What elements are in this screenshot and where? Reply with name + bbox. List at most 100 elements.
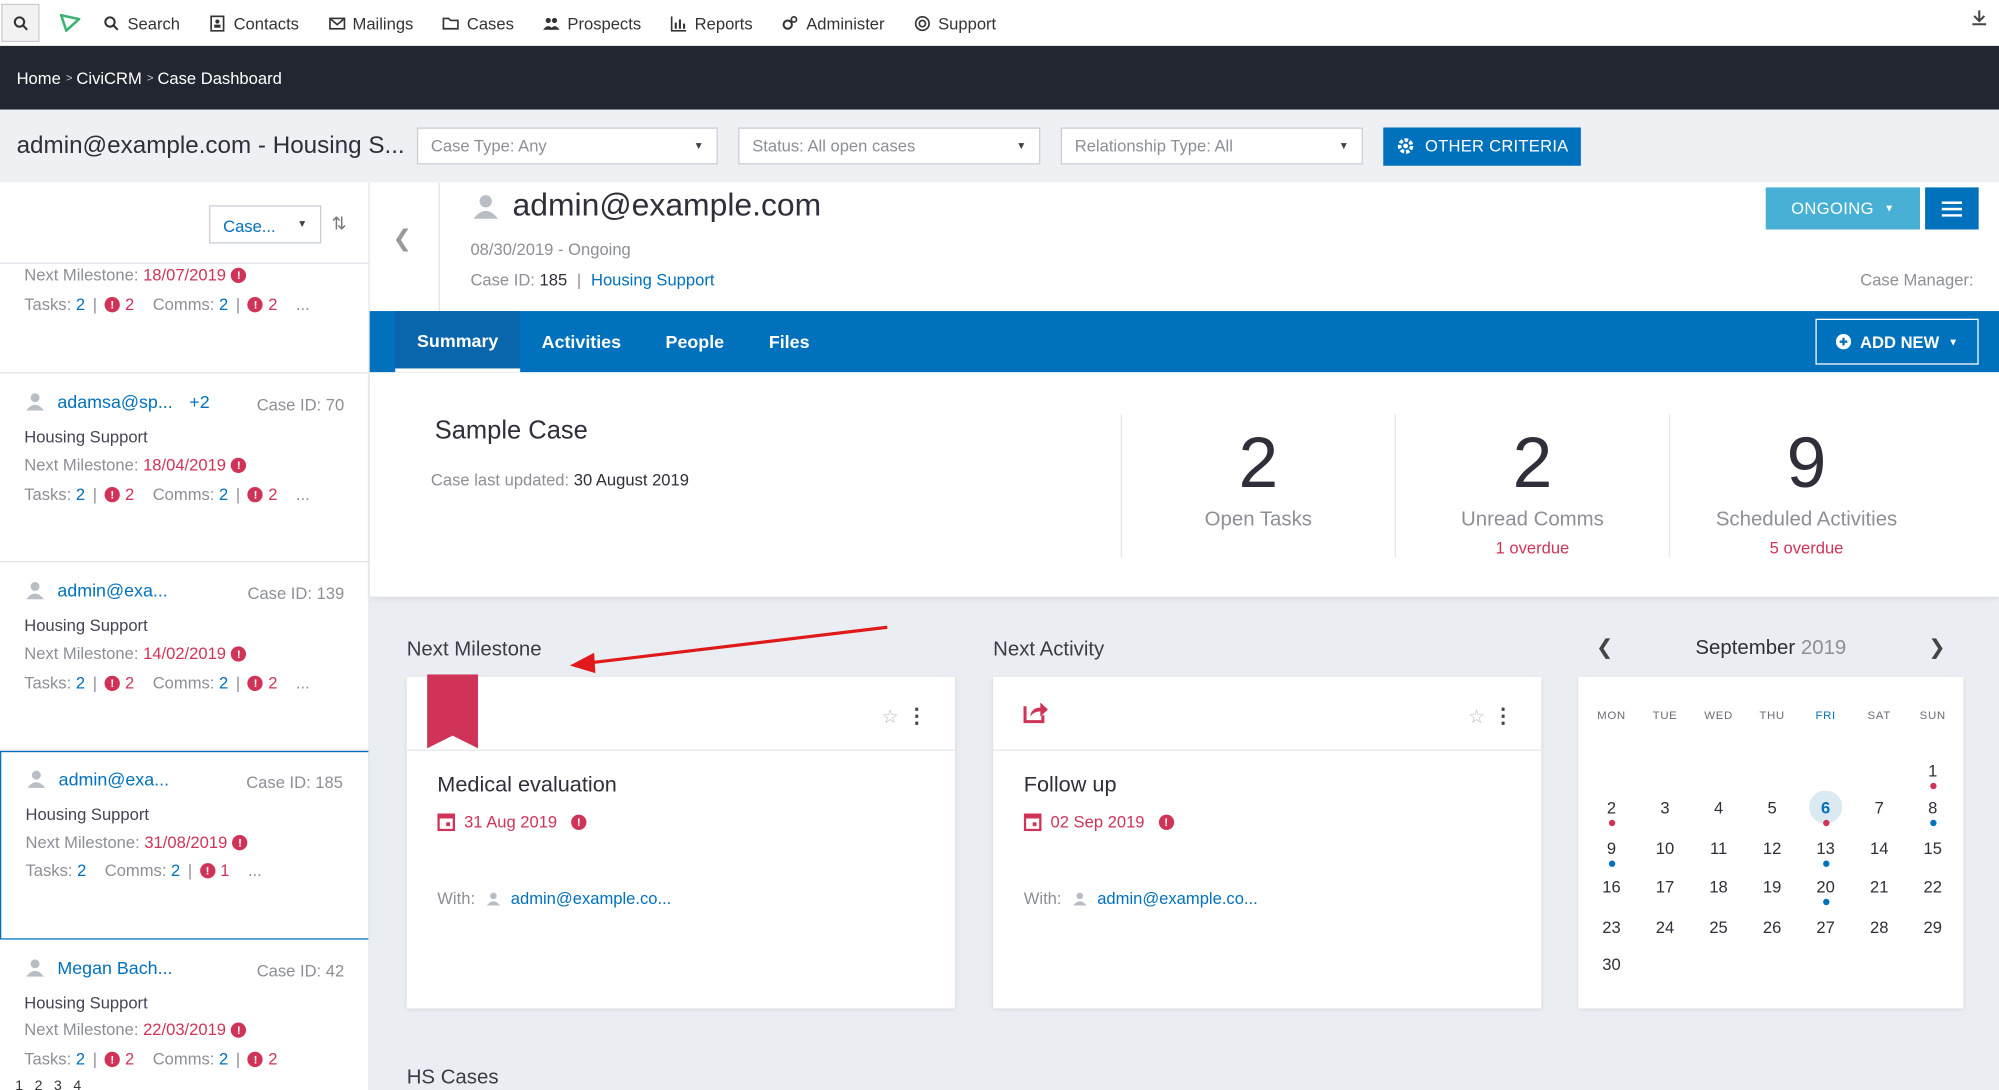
comms-count[interactable]: 2: [219, 1049, 228, 1068]
case-list-item[interactable]: adamsa@sp... +2 Case ID: 70 Housing Supp…: [0, 374, 369, 563]
relationship-type-select[interactable]: Relationship Type: All ▼: [1060, 127, 1363, 165]
tasks-count[interactable]: 2: [76, 295, 85, 314]
star-icon[interactable]: ☆: [1468, 705, 1485, 728]
pagination[interactable]: 1 2 3 4: [15, 1079, 85, 1090]
add-new-button[interactable]: ADD NEW ▼: [1815, 318, 1979, 365]
client-name[interactable]: adamsa@sp...: [57, 391, 172, 411]
tasks-count[interactable]: 2: [76, 484, 85, 503]
case-list-item[interactable]: Next Milestone: 18/07/2019! Tasks: 2 |! 2 …: [0, 182, 369, 374]
tab-summary[interactable]: Summary: [395, 311, 521, 373]
client-extra-count[interactable]: +2: [189, 391, 209, 411]
comms-count[interactable]: 2: [171, 861, 180, 880]
other-criteria-button[interactable]: OTHER CRITERIA: [1383, 126, 1581, 166]
calendar-day[interactable]: 23: [1585, 918, 1639, 937]
breadcrumb-home[interactable]: Home: [17, 68, 61, 87]
menu-mailings[interactable]: Mailings: [328, 13, 413, 33]
calendar-day[interactable]: 9: [1585, 839, 1639, 858]
status-select[interactable]: Status: All open cases ▼: [738, 127, 1041, 165]
case-list-item-active[interactable]: admin@exa... Case ID: 185 Housing Suppor…: [0, 750, 369, 940]
chevron-right-icon[interactable]: ❯: [1928, 635, 1945, 660]
calendar-day[interactable]: 1: [1906, 761, 1960, 780]
tab-activities[interactable]: Activities: [533, 311, 630, 372]
with-contact-link[interactable]: admin@example.co...: [511, 889, 672, 908]
quick-search-button[interactable]: [1, 3, 40, 43]
menu-contacts[interactable]: Contacts: [209, 13, 299, 33]
calendar-day[interactable]: 29: [1906, 918, 1960, 937]
calendar-day[interactable]: 4: [1692, 798, 1746, 817]
menu-administer[interactable]: Administer: [782, 13, 885, 33]
calendar-day[interactable]: 11: [1692, 839, 1746, 858]
comms-count[interactable]: 2: [219, 484, 228, 503]
stat-unread-comms[interactable]: 2 Unread Comms 1 overdue: [1394, 414, 1669, 558]
calendar-day[interactable]: 30: [1585, 955, 1639, 974]
case-status-button[interactable]: ONGOING ▼: [1765, 187, 1920, 230]
menu-reports[interactable]: Reports: [670, 13, 753, 33]
next-activity-card[interactable]: ☆ ⋮ Follow up 02 Sep 2019 ! With: admin@…: [993, 676, 1542, 1009]
calendar-day[interactable]: 16: [1585, 877, 1639, 896]
calendar-day[interactable]: 3: [1638, 798, 1692, 817]
comms-count[interactable]: 2: [219, 673, 228, 692]
kebab-menu-icon[interactable]: ⋮: [906, 704, 926, 729]
calendar-day[interactable]: 21: [1852, 877, 1906, 896]
comms-count[interactable]: 2: [219, 295, 228, 314]
tasks-count[interactable]: 2: [76, 1049, 85, 1068]
menu-cases[interactable]: Cases: [442, 13, 514, 33]
case-type-link[interactable]: Housing Support: [591, 270, 714, 289]
star-icon[interactable]: ☆: [882, 705, 899, 728]
calendar-day[interactable]: 24: [1638, 918, 1692, 937]
menu-prospects[interactable]: Prospects: [543, 13, 641, 33]
calendar-day[interactable]: 5: [1745, 798, 1799, 817]
breadcrumb-civicrm[interactable]: CiviCRM: [76, 68, 141, 87]
tab-files[interactable]: Files: [760, 311, 819, 372]
calendar-day[interactable]: 2: [1585, 798, 1639, 817]
calendar-day[interactable]: 6: [1799, 798, 1853, 817]
breadcrumb-case-dashboard[interactable]: Case Dashboard: [157, 68, 281, 87]
calendar-day[interactable]: 17: [1638, 877, 1692, 896]
tab-people[interactable]: People: [655, 311, 734, 372]
calendar-day[interactable]: 25: [1692, 918, 1746, 937]
calendar-day[interactable]: 12: [1745, 839, 1799, 858]
calendar-day[interactable]: 8: [1906, 798, 1960, 817]
comms-label: Comms:: [152, 294, 215, 314]
menubar-toggle-icon[interactable]: [1972, 10, 1987, 29]
client-name[interactable]: admin@exa...: [57, 580, 167, 600]
menu-label: Reports: [694, 13, 753, 33]
activity-title[interactable]: Follow up: [1024, 773, 1117, 798]
chevron-left-icon[interactable]: ❮: [393, 226, 412, 253]
tasks-count[interactable]: 2: [77, 861, 86, 880]
calendar-icon: [1023, 813, 1042, 832]
calendar-day[interactable]: 7: [1852, 798, 1906, 817]
milestone-date-value: 31 Aug 2019: [464, 812, 558, 832]
calendar-day[interactable]: 10: [1638, 839, 1692, 858]
calendar-day[interactable]: 20: [1799, 877, 1853, 896]
kebab-menu-icon[interactable]: ⋮: [1493, 704, 1513, 729]
calendar-day[interactable]: 27: [1799, 918, 1853, 937]
calendar-day[interactable]: 26: [1745, 918, 1799, 937]
calendar-day[interactable]: 28: [1852, 918, 1906, 937]
calendar-day[interactable]: 13: [1799, 839, 1853, 858]
menu-search[interactable]: Search: [103, 13, 180, 33]
client-name[interactable]: admin@example.com: [513, 187, 822, 224]
case-list-item[interactable]: Megan Bach... Case ID: 42 Housing Suppor…: [0, 940, 368, 1090]
client-name[interactable]: Megan Bach...: [57, 957, 172, 977]
calendar-day[interactable]: 19: [1745, 877, 1799, 896]
calendar-day[interactable]: 14: [1852, 839, 1906, 858]
civicrm-logo-icon[interactable]: [59, 14, 81, 32]
milestone-title[interactable]: Medical evaluation: [437, 773, 617, 798]
tasks-overdue: 2: [125, 294, 135, 314]
weekday-label: FRI: [1815, 708, 1836, 722]
calendar-day[interactable]: 15: [1906, 839, 1960, 858]
case-type-select[interactable]: Case Type: Any ▼: [416, 127, 718, 165]
calendar-day[interactable]: 22: [1906, 877, 1960, 896]
menu-support[interactable]: Support: [914, 13, 996, 33]
stat-open-tasks[interactable]: 2 Open Tasks: [1120, 414, 1395, 558]
case-actions-menu-button[interactable]: [1925, 187, 1979, 230]
case-list-item[interactable]: admin@exa... Case ID: 139 Housing Suppor…: [0, 562, 369, 751]
client-name[interactable]: admin@exa...: [59, 769, 169, 789]
stat-scheduled-activities[interactable]: 9 Scheduled Activities 5 overdue: [1668, 414, 1943, 558]
calendar-day[interactable]: 18: [1692, 877, 1746, 896]
tasks-count[interactable]: 2: [76, 673, 85, 692]
breadcrumb-separator-icon: >: [65, 71, 73, 85]
with-contact-link[interactable]: admin@example.co...: [1097, 889, 1258, 908]
next-milestone-card[interactable]: ☆ ⋮ Medical evaluation 31 Aug 2019 ! Wit…: [406, 674, 955, 1009]
